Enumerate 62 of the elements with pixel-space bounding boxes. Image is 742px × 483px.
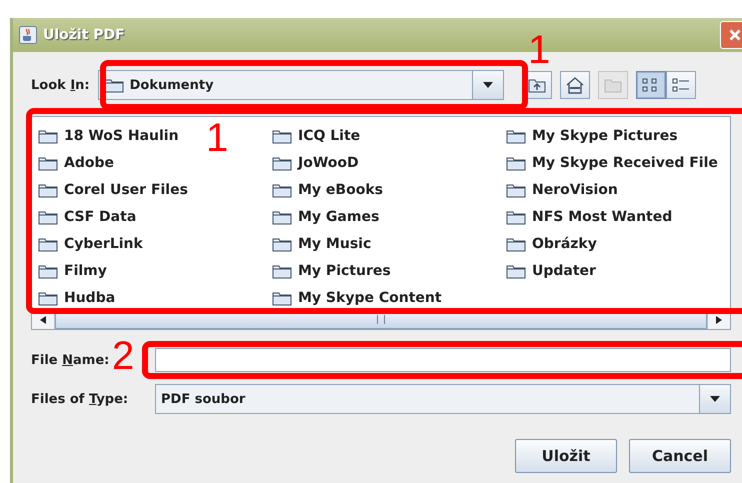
folder-item[interactable]: CyberLink: [38, 230, 143, 257]
dropdown-arrow-icon: [709, 395, 721, 403]
left-arrow-icon: [39, 314, 47, 324]
folder-icon: [506, 154, 526, 170]
folder-item[interactable]: Filmy: [38, 257, 107, 284]
file-name-field[interactable]: [155, 348, 731, 372]
folder-icon: [506, 128, 526, 144]
cancel-button[interactable]: Cancel: [629, 439, 731, 473]
folder-item[interactable]: NFS Most Wanted: [506, 203, 672, 230]
folder-item[interactable]: Adobe: [38, 149, 114, 176]
folder-item[interactable]: JoWooD: [272, 149, 359, 176]
annotation-number: 2: [112, 336, 134, 376]
folder-icon: [272, 128, 292, 144]
folder-item[interactable]: My Skype Pictures: [506, 122, 678, 149]
folder-icon: [272, 182, 292, 198]
folder-item[interactable]: Hudba: [38, 284, 116, 309]
list-button[interactable]: [636, 71, 666, 99]
file-type-dropdown[interactable]: PDF soubor: [155, 384, 731, 414]
folder-item[interactable]: ICQ Lite: [272, 122, 360, 149]
home-icon: [564, 76, 585, 94]
folder-item[interactable]: My Skype Content: [272, 284, 442, 309]
coffee-cup-icon: [19, 26, 37, 44]
folder-icon: [38, 182, 58, 198]
folder-item[interactable]: Corel User Files: [38, 176, 188, 203]
folder-icon: [506, 236, 526, 252]
folder-item[interactable]: My Games: [272, 203, 380, 230]
details-button[interactable]: [666, 71, 696, 99]
close-button[interactable]: [720, 21, 742, 49]
look-in-label: Look In:: [31, 78, 90, 92]
folder-icon: [272, 262, 292, 278]
file-type-label: Files of Type:: [31, 392, 128, 406]
folder-icon: [38, 236, 58, 252]
folder-icon: [38, 262, 58, 278]
folder-icon: [272, 208, 292, 224]
folder-item[interactable]: CSF Data: [38, 203, 136, 230]
annotation-number: 1: [206, 118, 228, 158]
folder-icon: [506, 262, 526, 278]
folder-icon: [506, 182, 526, 198]
right-arrow-icon: [715, 314, 723, 324]
folder-item[interactable]: My eBooks: [272, 176, 383, 203]
window-title: Uložit PDF: [43, 27, 126, 43]
folder-icon: [272, 154, 292, 170]
home-button[interactable]: [560, 71, 590, 99]
folder-item[interactable]: My Skype Received File: [506, 149, 718, 176]
folder-item[interactable]: NeroVision: [506, 176, 618, 203]
folder-icon: [38, 128, 58, 144]
folder-item[interactable]: My Pictures: [272, 257, 391, 284]
folder-icon: [272, 236, 292, 252]
folder-item[interactable]: Updater: [506, 257, 596, 284]
folder-icon: [506, 208, 526, 224]
folder-icon: [272, 290, 292, 306]
look-in-dropdown[interactable]: Dokumenty: [98, 70, 504, 100]
folder-item[interactable]: My Music: [272, 230, 372, 257]
save-button[interactable]: Uložit: [515, 439, 617, 473]
folder-icon: [38, 290, 58, 306]
folder-item[interactable]: Obrázky: [506, 230, 597, 257]
details-view-icon: [670, 76, 691, 94]
dropdown-arrow-icon: [482, 81, 494, 89]
folder-icon: [38, 154, 58, 170]
file-name-label: File Name:: [31, 352, 110, 368]
folder-icon: [38, 208, 58, 224]
folder-item[interactable]: 18 WoS Haulin: [38, 122, 179, 149]
